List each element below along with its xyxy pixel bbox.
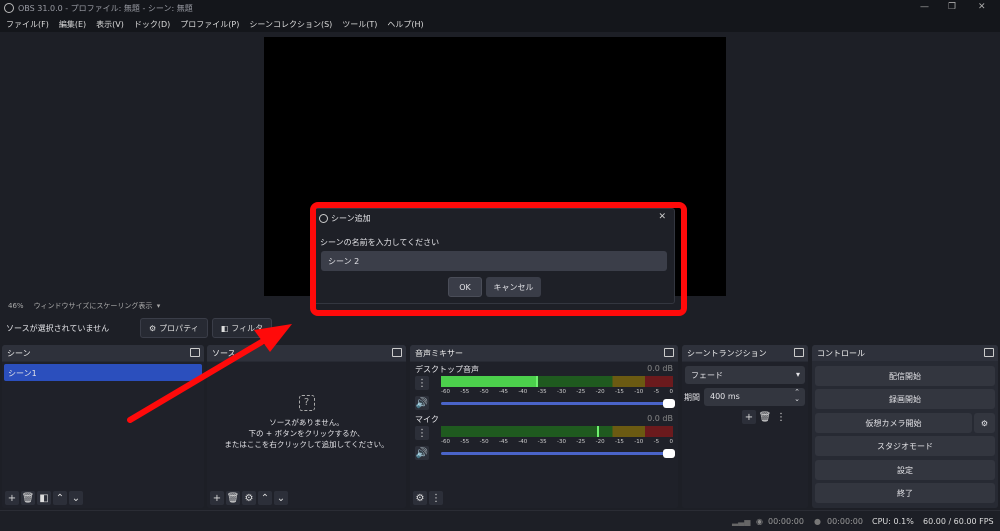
- annotation-arrow: [127, 324, 292, 423]
- arrow-shaft: [127, 334, 273, 423]
- arrow-head: [254, 324, 292, 352]
